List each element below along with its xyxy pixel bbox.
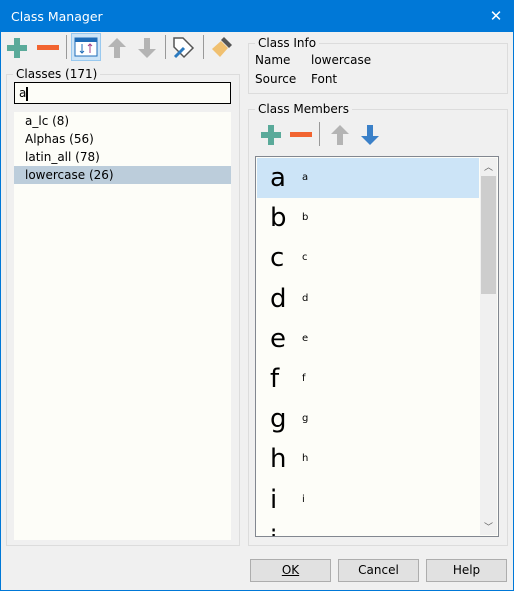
title-bar: Class Manager ✕ <box>1 1 513 32</box>
member-name: a <box>302 172 309 183</box>
separator <box>203 35 204 59</box>
member-row[interactable]: ee <box>257 319 479 359</box>
class-list-item[interactable]: latin_all (78) <box>14 148 231 166</box>
help-label: Help <box>452 563 481 577</box>
member-name: g <box>302 413 309 425</box>
member-glyph: h <box>270 444 287 475</box>
member-glyph: i <box>270 484 278 515</box>
member-name: d <box>302 292 309 304</box>
add-class-plus-icon[interactable] <box>5 36 29 60</box>
add-member-plus-icon[interactable] <box>259 123 283 147</box>
separator <box>66 35 67 59</box>
class-info-group: Class Info <box>248 36 508 94</box>
source-label: Source <box>255 72 297 86</box>
class-search-input[interactable]: a <box>14 82 231 104</box>
member-glyph: d <box>270 283 287 314</box>
member-name: b <box>302 212 309 224</box>
class-members-label: Class Members <box>255 102 352 116</box>
text-caret <box>26 86 29 101</box>
window-title: Class Manager <box>11 9 103 24</box>
separator <box>319 122 320 146</box>
scrollbar-thumb[interactable] <box>481 176 496 294</box>
member-row[interactable]: gg <box>257 399 479 439</box>
move-member-up-icon[interactable] <box>328 123 352 147</box>
search-value: a <box>19 86 27 100</box>
class-manager-window: Class Manager ✕ Classes (171) a a_lc (8)… <box>0 0 514 591</box>
move-member-down-icon[interactable] <box>358 123 382 147</box>
move-up-icon[interactable] <box>105 36 129 60</box>
brush-icon[interactable] <box>210 35 234 59</box>
class-list-item-selected[interactable]: lowercase (26) <box>14 166 231 184</box>
name-value: lowercase <box>311 53 372 67</box>
name-label: Name <box>255 53 291 67</box>
class-list-item[interactable]: a_lc (8) <box>14 112 231 130</box>
member-row[interactable]: dd <box>257 279 479 319</box>
member-row[interactable]: j <box>257 520 479 536</box>
class-members-list[interactable]: jiihhggffeeddccbbaa ︿ ﹀ <box>255 156 499 537</box>
member-name: f <box>302 373 306 384</box>
source-value: Font <box>311 72 338 86</box>
member-name: e <box>302 332 309 344</box>
class-info-label: Class Info <box>255 36 320 50</box>
member-glyph: b <box>270 203 287 234</box>
remove-class-minus-icon[interactable] <box>36 36 60 60</box>
ok-label: OK <box>281 563 300 577</box>
class-list-item[interactable]: Alphas (56) <box>14 130 231 148</box>
member-glyph: j <box>270 520 277 536</box>
vertical-scrollbar[interactable]: ︿ ﹀ <box>480 158 497 535</box>
member-glyph: f <box>270 364 280 394</box>
ok-button[interactable]: OK <box>250 559 331 582</box>
member-row[interactable]: hh <box>257 439 479 479</box>
remove-member-minus-icon[interactable] <box>289 123 313 147</box>
sort-icon[interactable] <box>71 33 101 61</box>
member-row[interactable]: ii <box>257 480 479 520</box>
member-row[interactable]: bb <box>257 198 479 238</box>
scroll-up-icon[interactable]: ︿ <box>480 160 497 173</box>
class-list[interactable]: a_lc (8) Alphas (56) latin_all (78) lowe… <box>14 112 231 540</box>
close-icon[interactable]: ✕ <box>479 1 513 32</box>
member-name: h <box>302 453 309 465</box>
move-down-icon[interactable] <box>135 36 159 60</box>
member-glyph: g <box>270 404 287 435</box>
member-row[interactable]: aa <box>257 158 479 198</box>
scroll-down-icon[interactable]: ﹀ <box>480 520 497 533</box>
tag-edit-icon[interactable] <box>171 35 195 59</box>
cancel-label: Cancel <box>358 563 399 577</box>
member-row[interactable]: ff <box>257 359 479 399</box>
member-name: i <box>302 493 305 505</box>
member-glyph: e <box>270 323 286 354</box>
help-button[interactable]: Help <box>426 559 507 582</box>
member-row[interactable]: cc <box>257 238 479 278</box>
separator <box>165 35 166 59</box>
member-name: c <box>302 252 308 264</box>
member-glyph: c <box>270 243 285 274</box>
classes-label: Classes (171) <box>13 67 101 81</box>
cancel-button[interactable]: Cancel <box>338 559 419 582</box>
member-glyph: a <box>270 163 286 193</box>
